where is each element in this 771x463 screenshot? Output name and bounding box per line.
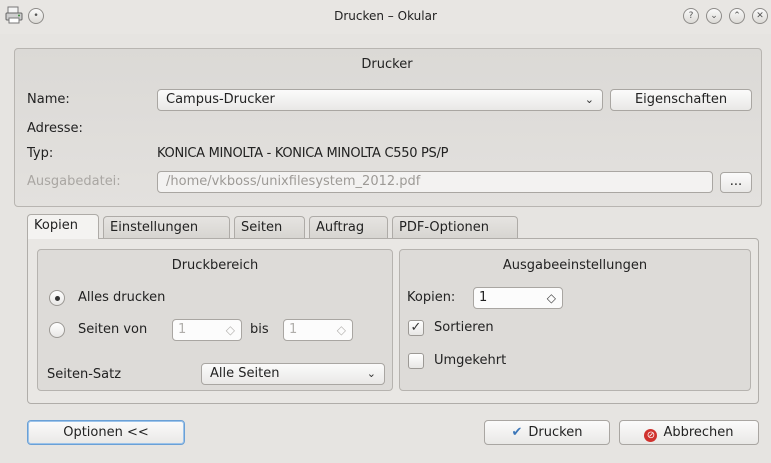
options-button[interactable]: Optionen << <box>27 420 185 445</box>
from-page-value: 1 <box>178 322 187 337</box>
page-set-label: Seiten-Satz <box>47 367 122 382</box>
title-bar: • Drucken – Okular ? ⌄ ⌃ ✕ <box>0 0 771 34</box>
spin-arrows-icon: ◇ <box>336 323 346 337</box>
reverse-checkbox[interactable] <box>408 353 424 369</box>
page-range-radio[interactable] <box>49 322 65 338</box>
window-title: Drucken – Okular <box>334 9 437 23</box>
print-button-label: Drucken <box>528 425 583 440</box>
address-label: Adresse: <box>27 121 83 136</box>
from-page-spinbox[interactable]: 1 ◇ <box>172 319 242 341</box>
page-range-label[interactable]: Seiten von <box>78 322 147 337</box>
printer-name-select[interactable]: Campus-Drucker ⌄ <box>157 89 603 111</box>
copies-spinbox[interactable]: 1 ◇ <box>473 287 563 309</box>
all-pages-radio[interactable] <box>49 290 65 306</box>
collate-checkbox[interactable]: ✓ <box>408 320 424 336</box>
cancel-button[interactable]: ⊘ Abbrechen <box>619 420 759 445</box>
print-check-icon: ✔ <box>511 425 523 440</box>
page-set-select[interactable]: Alle Seiten ⌄ <box>201 363 385 385</box>
tab-pdf-optionen[interactable]: PDF-Optionen <box>392 216 518 239</box>
tab-auftrag[interactable]: Auftrag <box>309 216 388 239</box>
all-pages-label[interactable]: Alles drucken <box>78 290 165 305</box>
help-icon[interactable]: ? <box>683 8 699 24</box>
chevron-down-icon: ⌄ <box>584 93 594 106</box>
spin-arrows-icon: ◇ <box>225 323 235 337</box>
tab-kopien[interactable]: Kopien <box>27 214 99 239</box>
page-set-value: Alle Seiten <box>210 366 280 381</box>
properties-button[interactable]: Eigenschaften <box>610 89 752 111</box>
tab-einstellungen[interactable]: Einstellungen <box>103 216 230 239</box>
printer-section-title: Drucker <box>361 57 413 72</box>
reverse-label[interactable]: Umgekehrt <box>434 353 506 368</box>
collate-label[interactable]: Sortieren <box>434 320 494 335</box>
copies-label: Kopien: <box>407 290 456 305</box>
to-page-spinbox[interactable]: 1 ◇ <box>283 319 353 341</box>
spin-arrows-icon: ◇ <box>546 291 556 305</box>
checkmark-icon: ✓ <box>410 320 422 335</box>
cancel-button-label: Abbrechen <box>663 425 734 440</box>
maximize-icon[interactable]: ⌃ <box>729 8 745 24</box>
cancel-icon: ⊘ <box>644 429 658 442</box>
to-label: bis <box>250 322 269 337</box>
type-value: KONICA MINOLTA - KONICA MINOLTA C550 PS/… <box>157 146 449 161</box>
output-file-field[interactable]: /home/vkboss/unixfilesystem_2012.pdf <box>157 171 713 193</box>
chevron-down-icon: ⌄ <box>366 367 376 380</box>
output-file-label: Ausgabedatei: <box>27 174 121 189</box>
print-button[interactable]: ✔ Drucken <box>484 420 610 445</box>
minimize-icon[interactable]: ⌄ <box>706 8 722 24</box>
print-range-title: Druckbereich <box>171 258 259 273</box>
to-page-value: 1 <box>289 322 298 337</box>
type-label: Typ: <box>27 146 54 161</box>
close-icon[interactable]: ✕ <box>752 8 768 24</box>
name-label: Name: <box>27 92 70 107</box>
tab-seiten[interactable]: Seiten <box>234 216 305 239</box>
copies-value: 1 <box>479 290 488 305</box>
browse-button[interactable]: ... <box>720 172 752 193</box>
printer-name-value: Campus-Drucker <box>166 92 275 107</box>
output-settings-title: Ausgabeeinstellungen <box>502 258 648 273</box>
